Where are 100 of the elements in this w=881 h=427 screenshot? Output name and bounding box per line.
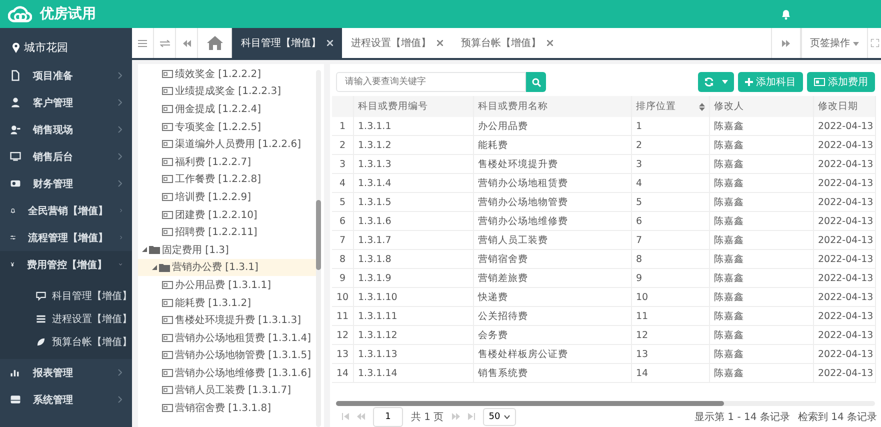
table-cell: 2022-04-13 [814,212,876,231]
table-cell: 3 [332,155,354,174]
total-pages-label: 共 1 页 [411,410,444,424]
sidebar-item[interactable]: 流程管理【增值】 [0,224,132,251]
sidebar-item[interactable]: 客户管理 [0,89,132,116]
fullscreen-button[interactable] [867,28,881,58]
sidebar-item[interactable]: 销售后台 [0,143,132,170]
search-field[interactable]: 请输入要查询关键字 [336,72,526,92]
person-icon [10,97,21,108]
close-icon[interactable] [437,40,443,46]
column-header: 修改人 [710,96,814,117]
table-cell: 13 [332,345,354,364]
location-label: 城市花园 [24,40,68,54]
table-cell: 陈嘉鑫 [710,212,814,231]
table-cell: 快递费 [474,288,632,307]
tree-node[interactable]: 能耗费 [1.3.1.2] [138,294,316,312]
bar-chart-icon [10,367,21,378]
expand-triangle-icon[interactable] [142,247,147,252]
chevron-right-icon [118,153,122,160]
banknote-icon [10,178,21,189]
table-cell: 销售系统费 [474,364,632,383]
tree-node[interactable]: 业绩提成奖金 [1.2.2.3] [138,82,316,100]
menu-icon [138,40,147,46]
table-cell: 2022-04-13 [814,307,876,326]
table-cell: 11 [332,307,354,326]
tree-node[interactable]: 培训费 [1.2.2.9] [138,188,316,206]
last-page-button[interactable] [468,412,475,422]
table-cell: 陈嘉鑫 [710,155,814,174]
sidebar-item[interactable]: 项目准备 [0,62,132,89]
table-cell: 1.3.1.5 [354,193,474,212]
table-cell: 12 [632,326,710,345]
chevron-right-icon [118,72,122,79]
tree-node[interactable]: 售楼处环境提升费 [1.3.1.3] [138,311,316,329]
tree-node[interactable]: 营销人员工装费 [1.3.1.7] [138,382,316,400]
submenu-item[interactable]: 进程设置【增值】 [0,307,132,330]
search-button[interactable] [526,72,546,92]
sidebar-item[interactable]: 系统管理 [0,386,132,413]
speech-bubble-icon [36,290,46,300]
chevron-right-icon [118,180,122,187]
sidebar-item[interactable]: 销售现场 [0,116,132,143]
tree-node[interactable]: 团建费 [1.2.2.10] [138,206,316,224]
submenu-item[interactable]: 科目管理【增值】 [0,284,132,307]
next-page-icon [452,412,460,420]
sidebar-item[interactable]: 财务管理 [0,170,132,197]
table-cell: 9 [632,269,710,288]
tree-node[interactable]: 绩效奖金 [1.2.2.2] [138,65,316,83]
next-page-button[interactable] [452,412,460,422]
cloud-logo-icon [8,5,32,23]
tree-node[interactable]: 营销办公费 [1.3.1] [138,258,316,276]
tree-node[interactable]: 营销办公场地租赁费 [1.3.1.4] [138,328,316,346]
sort-icon[interactable] [699,102,705,110]
page-number-field[interactable]: 1 [373,406,403,427]
double-triangle-left-icon [182,40,190,46]
tree-node[interactable]: 渠道编外人员费用 [1.2.2.6] [138,135,316,153]
folder-icon [149,245,160,254]
table-cell: 2022-04-13 [814,250,876,269]
tree-node[interactable]: 福利费 [1.2.2.7] [138,152,316,171]
first-page-button[interactable] [342,412,349,422]
tree-node[interactable]: 招聘费 [1.2.2.11] [138,223,316,241]
tree-node[interactable]: 固定费用 [1.3] [138,240,316,259]
submenu-item[interactable]: 预算台帐【增值】 [0,330,132,353]
chevron-right-icon [120,207,122,214]
page-size-select[interactable]: 50 [482,408,516,426]
refresh-button[interactable] [698,72,734,92]
table-cell: 1.3.1.13 [354,345,474,364]
sidebar-item[interactable]: 报表管理 [0,359,132,386]
table-cell: 4 [332,174,354,193]
horizontal-scrollbar[interactable] [336,401,875,406]
table-cell: 6 [332,212,354,231]
scroll-right-button[interactable] [770,28,801,58]
vertical-scrollbar[interactable] [316,70,321,427]
card-icon [814,78,825,86]
sidebar-item[interactable]: 费用管控【增值】 [0,251,132,278]
double-triangle-right-icon [782,40,790,46]
tree-node[interactable]: 营销办公场地维修费 [1.3.1.6] [138,364,316,382]
tree-node[interactable]: 营销宿舍费 [1.3.1.8] [138,399,316,417]
page-tab[interactable]: 科目管理【增值】 [232,28,342,58]
table-cell: 营销办公场地物管费 [474,193,632,212]
first-page-icon [342,412,349,420]
close-icon[interactable] [327,40,333,46]
expand-triangle-icon[interactable] [152,264,157,270]
tree-node[interactable]: 佣金提成 [1.2.2.4] [138,100,316,118]
tree-node[interactable]: 营销办公场地物管费 [1.3.1.5] [138,346,316,364]
plus-icon [745,78,753,86]
tree-node[interactable]: 专项奖金 [1.2.2.5] [138,118,316,136]
table-cell: 1.3.1.7 [354,231,474,250]
sidebar-item[interactable]: 全民营销【增值】 [0,197,132,224]
previous-page-button[interactable] [357,412,365,422]
table-cell: 营销宿舍费 [474,250,632,269]
bell-icon[interactable] [781,8,791,20]
tree-node[interactable]: 工作餐费 [1.2.2.8] [138,170,316,188]
document-icon [10,70,21,81]
chevron-right-icon [118,396,122,403]
close-icon[interactable] [547,40,553,46]
table-cell: 2022-04-13 [814,269,876,288]
table-cell: 能耗费 [474,136,632,155]
card-icon [162,140,173,148]
table-cell: 1.3.1.4 [354,174,474,193]
card-icon [162,175,173,184]
tree-node[interactable]: 办公用品费 [1.3.1.1] [138,276,316,294]
